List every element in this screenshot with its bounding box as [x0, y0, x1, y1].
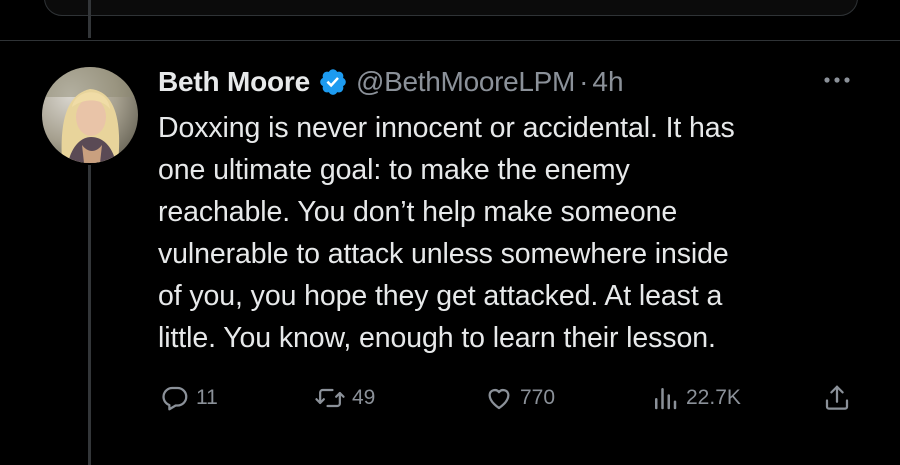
previous-post-card[interactable]: [44, 0, 858, 16]
share-icon: [825, 385, 849, 410]
reply-icon: [162, 386, 188, 411]
author-handle[interactable]: @BethMooreLPM: [356, 66, 575, 98]
tweet-text-line: little. You know, enough to learn their …: [158, 322, 716, 354]
tweet-text: Doxxing is never innocent or accidental.…: [158, 107, 858, 359]
share-button[interactable]: [822, 380, 852, 416]
like-count: 770: [520, 386, 556, 409]
avatar-image: [42, 67, 138, 163]
tweet-text-line: vulnerable to attack unless somewhere in…: [158, 238, 729, 270]
heart-icon: [488, 389, 510, 410]
tweet-text-line: of you, you hope they get attacked. At l…: [158, 280, 723, 312]
tweet-text-line: Doxxing is never innocent or accidental.…: [158, 112, 735, 144]
tweet-text-line: reachable. You don’t help make someone: [158, 196, 678, 228]
reply-button[interactable]: 11: [160, 380, 218, 416]
action-bar: 11 49 770 22.7K: [158, 380, 858, 416]
separator: ·: [579, 66, 589, 97]
views-count: 22.7K: [686, 386, 741, 409]
retweet-count: 49: [352, 386, 376, 409]
retweet-button[interactable]: 49: [314, 380, 375, 416]
more-icon[interactable]: [820, 70, 854, 90]
tweet-text-line: one ultimate goal: to make the enemy: [158, 154, 630, 186]
thread-line-top: [88, 0, 91, 38]
views-button[interactable]: 22.7K: [650, 380, 741, 416]
tweet-header: Beth Moore @BethMooreLPM · 4h: [158, 62, 624, 102]
avatar[interactable]: [42, 67, 138, 163]
divider: [0, 40, 900, 41]
timestamp[interactable]: 4h: [592, 66, 623, 98]
reply-count: 11: [196, 386, 218, 409]
author-name[interactable]: Beth Moore: [158, 66, 310, 98]
retweet-icon: [315, 388, 345, 408]
thread-line: [88, 165, 91, 465]
like-button[interactable]: 770: [484, 380, 555, 416]
verified-badge-icon: [318, 67, 348, 97]
views-icon: [655, 388, 677, 410]
